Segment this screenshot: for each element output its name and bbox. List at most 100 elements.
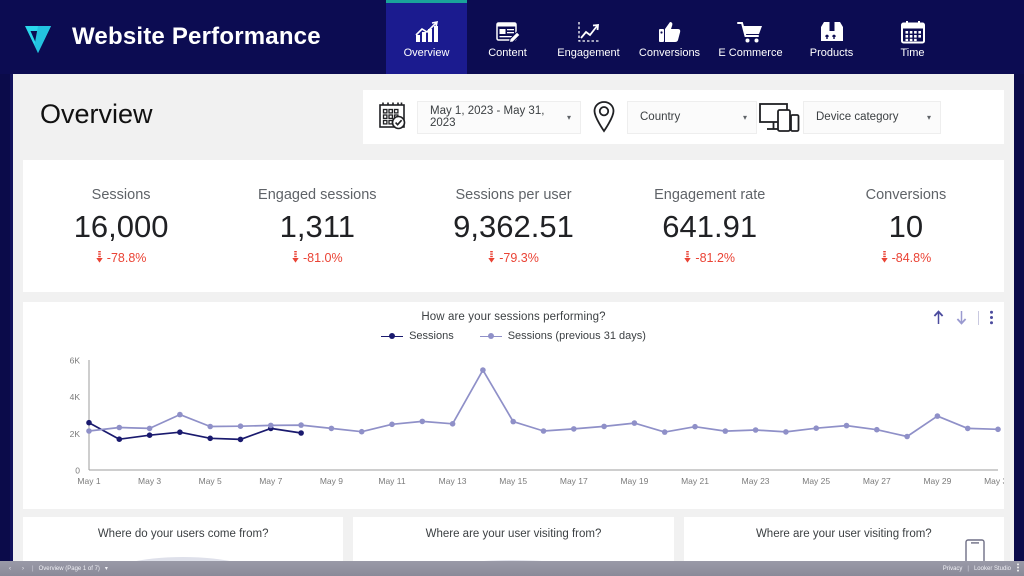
kpi-value: 16,000: [73, 208, 169, 244]
kpi-delta-value: -78.8%: [106, 251, 147, 265]
svg-text:0: 0: [75, 466, 80, 476]
next-page-icon[interactable]: ›: [19, 564, 27, 573]
more-vertical-icon[interactable]: [989, 310, 994, 325]
legend-item-sessions-previous[interactable]: Sessions (previous 31 days): [479, 330, 646, 342]
kpi-delta-value: -81.0%: [303, 251, 343, 265]
toolbar-divider: [978, 310, 979, 325]
tab-time[interactable]: Time: [872, 0, 953, 74]
top-navigation-bar: Website Performance Overview Content Eng…: [0, 0, 1024, 74]
kpi-delta: -79.3%: [488, 250, 539, 266]
kpi-scorecards: Sessions 16,000 -78.8% Engaged sessions …: [23, 160, 1004, 292]
kpi-delta-value: -79.3%: [499, 251, 539, 265]
brand-title: Website Performance: [72, 23, 321, 50]
sessions-timeseries-card: How are your sessions performing? Sessio…: [23, 302, 1004, 509]
tab-label: Time: [900, 47, 925, 59]
svg-text:May 23: May 23: [742, 476, 770, 486]
date-range-filter[interactable]: May 1, 2023 - May 31, 2023 ▾: [417, 100, 581, 134]
svg-text:May 3: May 3: [138, 476, 161, 486]
arrow-up-icon[interactable]: [932, 310, 945, 325]
svg-text:May 7: May 7: [259, 476, 282, 486]
kpi-label: Sessions per user: [455, 186, 572, 203]
chevron-down-icon: ▾: [566, 112, 571, 122]
thumbs-up-icon: [657, 14, 683, 44]
kpi-card-sessions[interactable]: Sessions 16,000 -78.8%: [23, 160, 219, 292]
page-title: Overview: [40, 98, 153, 129]
svg-text:May 31: May 31: [984, 476, 1004, 486]
kpi-label: Engaged sessions: [258, 186, 377, 203]
kpi-delta-value: -81.2%: [695, 251, 736, 265]
privacy-link[interactable]: Privacy: [943, 566, 963, 572]
sessions-line-chart[interactable]: 0 2K 4K 6K May 1 May 3 May 5 May 7 May 9 May 11 Ma…: [23, 352, 1004, 509]
country-filter[interactable]: Country ▾: [627, 100, 757, 134]
brand: Website Performance: [0, 17, 321, 57]
tab-label: E Commerce: [718, 47, 783, 59]
device-filter-group: Device category ▾: [757, 100, 941, 134]
date-range-value: May 1, 2023 - May 31, 2023: [430, 105, 545, 129]
device-category-filter[interactable]: Device category ▾: [803, 100, 941, 134]
svg-text:May 21: May 21: [681, 476, 709, 486]
tab-products[interactable]: Products: [791, 0, 872, 74]
tab-conversions[interactable]: Conversions: [629, 0, 710, 74]
kpi-label: Engagement rate: [654, 186, 766, 203]
active-tab-stripe: [386, 0, 467, 3]
tab-overview[interactable]: Overview: [386, 0, 467, 74]
status-separator: |: [32, 565, 34, 572]
kpi-card-sessions-per-user[interactable]: Sessions per user 9,362.51 -79.3%: [415, 160, 611, 292]
svg-text:May 19: May 19: [620, 476, 648, 486]
svg-text:6K: 6K: [70, 356, 81, 366]
svg-text:May 9: May 9: [320, 476, 343, 486]
chart-title: How are your sessions performing?: [421, 311, 606, 323]
legend-label: Sessions: [409, 330, 454, 342]
status-separator: |: [967, 565, 969, 572]
kpi-delta-value: -84.8%: [891, 251, 932, 265]
card-title: Where are your user visiting from?: [755, 528, 932, 540]
tab-label: Products: [809, 47, 854, 59]
legend-item-sessions[interactable]: Sessions: [381, 330, 454, 342]
country-filter-value: Country: [640, 111, 681, 123]
chevron-down-icon: ▾: [742, 112, 747, 122]
kpi-value: 1,311: [279, 208, 355, 244]
tab-engagement[interactable]: Engagement: [548, 0, 629, 74]
current-page-label[interactable]: Overview (Page 1 of 7): [39, 566, 100, 572]
arrow-down-icon[interactable]: [955, 310, 968, 325]
arrow-down-icon: [96, 250, 103, 266]
tab-content[interactable]: Content: [467, 0, 548, 74]
kpi-card-conversions[interactable]: Conversions 10 -84.8%: [808, 160, 1004, 292]
kpi-card-engaged-sessions[interactable]: Engaged sessions 1,311 -81.0%: [219, 160, 415, 292]
kpi-value: 9,362.51: [453, 208, 574, 244]
calendar-check-icon: [371, 101, 417, 133]
report-page: Overview May 1, 2023 - May 31, 2023 ▾ Co…: [10, 74, 1014, 571]
legend-swatch: [479, 332, 502, 341]
arrow-down-icon: [292, 250, 299, 266]
kpi-card-engagement-rate[interactable]: Engagement rate 641.91 -81.2%: [612, 160, 808, 292]
svg-text:May 27: May 27: [863, 476, 891, 486]
kpi-delta: -81.0%: [292, 250, 343, 266]
filter-bar: May 1, 2023 - May 31, 2023 ▾ Country ▾ D…: [363, 90, 1004, 144]
card-title: Where do your users come from?: [97, 528, 269, 540]
chevron-down-icon[interactable]: ▾: [105, 565, 108, 572]
tab-label: Engagement: [557, 47, 620, 59]
arrow-down-icon: [880, 250, 888, 266]
svg-text:May 17: May 17: [560, 476, 588, 486]
svg-text:May 11: May 11: [378, 476, 406, 486]
tab-ecommerce[interactable]: E Commerce: [710, 0, 791, 74]
arrow-down-icon: [684, 250, 692, 266]
line-chart-icon: [576, 14, 602, 44]
open-box-icon: [819, 14, 845, 44]
status-bar-right: Privacy | Looker Studio: [943, 563, 1024, 574]
chevron-down-icon: ▾: [926, 112, 931, 122]
more-vertical-icon[interactable]: [1016, 563, 1020, 574]
kpi-label: Sessions: [91, 186, 151, 203]
prev-page-icon[interactable]: ‹: [6, 564, 14, 573]
svg-text:May 1: May 1: [77, 476, 100, 486]
v-logo-icon: [18, 17, 58, 57]
status-bar: ‹ › | Overview (Page 1 of 7) ▾ Privacy |…: [0, 561, 1024, 576]
chart-legend: Sessions Sessions (previous 31 days): [23, 330, 1004, 342]
svg-text:4K: 4K: [70, 392, 81, 402]
kpi-value: 641.91: [662, 208, 758, 244]
tab-label: Content: [488, 47, 527, 59]
svg-text:May 5: May 5: [199, 476, 222, 486]
device-filter-value: Device category: [816, 111, 899, 123]
page-navigator: ‹ › | Overview (Page 1 of 7) ▾: [0, 564, 108, 573]
svg-text:May 13: May 13: [439, 476, 467, 486]
